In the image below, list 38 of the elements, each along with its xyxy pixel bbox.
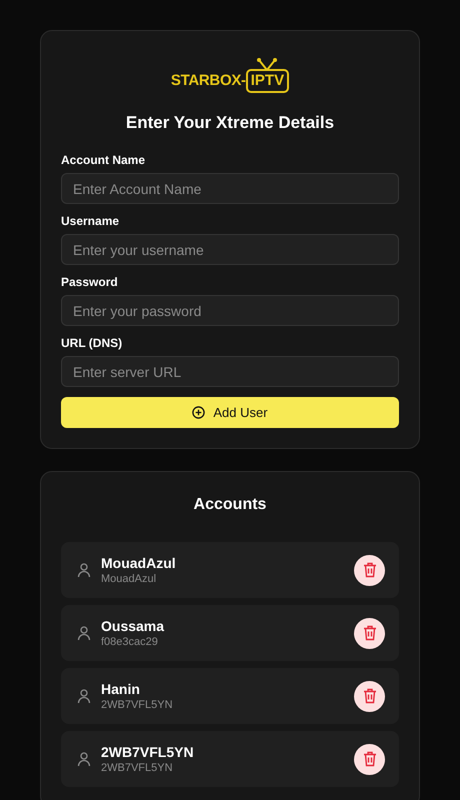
trash-icon (362, 688, 376, 704)
user-icon (77, 625, 91, 641)
logo-text: STARBOX- (170, 72, 246, 89)
account-name: 2WB7VFL5YN (101, 744, 195, 760)
user-icon (77, 688, 91, 704)
delete-button[interactable] (354, 680, 385, 712)
account-row[interactable]: Hanin 2WB7VFL5YN (61, 668, 399, 724)
input-field[interactable]: Enter Account Name (61, 173, 399, 204)
input-field[interactable]: Enter your username (61, 234, 399, 265)
input-field[interactable]: Enter your password (61, 295, 399, 326)
delete-button[interactable] (354, 618, 385, 648)
account-name: MouadAzul (101, 555, 177, 571)
account-username: MouadAzul (101, 573, 158, 585)
input-field[interactable]: Enter server URL (61, 356, 399, 387)
trash-icon (362, 625, 376, 641)
account-username: 2WB7VFL5YN (101, 762, 174, 774)
account-name: Hanin (101, 681, 141, 697)
user-icon (77, 562, 91, 578)
delete-button[interactable] (354, 744, 385, 774)
field-label: Username (61, 214, 120, 228)
accounts-title: Accounts (192, 496, 268, 514)
plus-circle-icon (192, 406, 206, 419)
user-icon (77, 751, 91, 767)
logo-tv: IPTV (246, 69, 290, 93)
trash-icon (362, 562, 376, 578)
field-label: Password (61, 275, 119, 289)
delete-button[interactable] (354, 554, 385, 586)
account-username: 2WB7VFL5YN (101, 699, 174, 711)
add-user-button[interactable]: Add User (61, 397, 399, 428)
trash-icon (362, 751, 376, 767)
field-label: URL (DNS) (61, 336, 124, 350)
account-row[interactable]: MouadAzul MouadAzul (61, 542, 399, 598)
account-name: Oussama (101, 618, 166, 634)
account-row[interactable]: Oussama f08e3cac29 (61, 605, 399, 661)
form-title: Enter Your Xtreme Details (124, 113, 336, 133)
account-username: f08e3cac29 (101, 636, 159, 648)
field-label: Account Name (61, 153, 146, 167)
account-row[interactable]: 2WB7VFL5YN 2WB7VFL5YN (61, 731, 399, 787)
